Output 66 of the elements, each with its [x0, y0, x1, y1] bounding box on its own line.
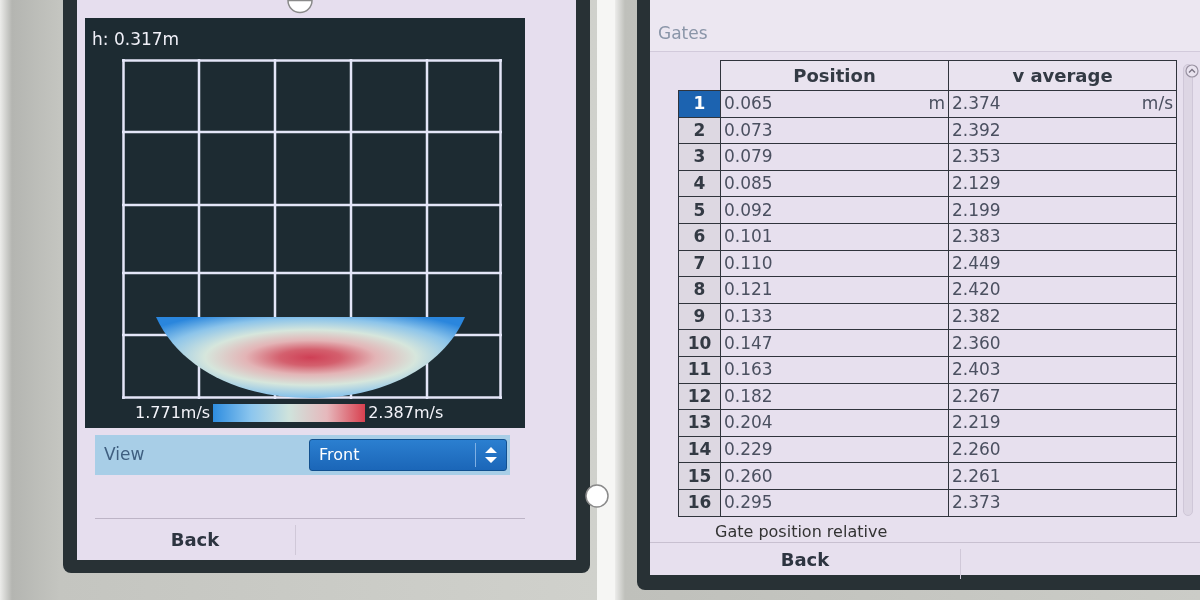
table-cell: 0.073 [720, 117, 949, 144]
row-number[interactable]: 7 [678, 250, 721, 277]
row-number[interactable]: 16 [678, 489, 721, 516]
row-number[interactable]: 9 [678, 303, 721, 330]
table-cell: 0.110 [720, 250, 949, 277]
scroll-up-icon[interactable] [1185, 64, 1199, 78]
scrollbar[interactable] [1183, 64, 1193, 516]
row-number[interactable]: 6 [678, 223, 721, 251]
unit-label: m [928, 95, 945, 113]
table-cell: 2.199 [948, 196, 1177, 224]
row-number[interactable]: 5 [678, 196, 721, 224]
row-number[interactable]: 11 [678, 356, 721, 384]
handle-icon[interactable] [287, 0, 313, 14]
table-cell: 2.403 [948, 356, 1177, 384]
table-cell: 2.353 [948, 143, 1177, 171]
table-cell: 0.085 [720, 170, 949, 197]
setting-label: Gate position relative [714, 521, 889, 542]
table-cell: 2.420 [948, 276, 1177, 304]
back-button[interactable]: Back [95, 519, 295, 560]
table-cell: 2.260 [948, 436, 1177, 463]
table-cell: 0.092 [720, 196, 949, 224]
table-cell: 2.382 [948, 303, 1177, 330]
table-cell: 2.129 [948, 170, 1177, 197]
table-cell: 2.360 [948, 329, 1177, 357]
scale-max-label: 2.387m/s [368, 403, 444, 423]
table-cell: 0.260 [720, 462, 949, 490]
height-label: h: 0.317m [92, 29, 180, 49]
view-dropdown[interactable]: Front [309, 439, 507, 471]
table-cell: 0.079 [720, 143, 949, 171]
table-cell: 2.267 [948, 383, 1177, 410]
column-header: Position [720, 60, 949, 91]
row-number[interactable]: 14 [678, 436, 721, 463]
table-cell: 0.101 [720, 223, 949, 251]
updown-arrows-icon [485, 447, 497, 463]
table-cell: 0.121 [720, 276, 949, 304]
column-header: v average [948, 60, 1177, 91]
unit-label: m/s [1141, 95, 1173, 113]
position-value: 0.065 [724, 95, 773, 113]
table-cell: 0.133 [720, 303, 949, 330]
table-cell: 2.449 [948, 250, 1177, 277]
row-number[interactable]: 1 [678, 90, 721, 118]
row-number[interactable]: 2 [678, 117, 721, 144]
row-number[interactable]: 12 [678, 383, 721, 410]
row-number[interactable]: 10 [678, 329, 721, 357]
velocity-value: 2.374 [952, 95, 1001, 113]
table-cell: 0.163 [720, 356, 949, 384]
row-number[interactable]: 15 [678, 462, 721, 490]
table-cell: 2.261 [948, 462, 1177, 490]
table-cell: 0.182 [720, 383, 949, 410]
table-cell: 2.373 [948, 489, 1177, 516]
table-cell: 0.229 [720, 436, 949, 463]
row-number[interactable]: 8 [678, 276, 721, 304]
back-button[interactable]: Back [650, 543, 960, 575]
table-cell: 0.295 [720, 489, 949, 516]
row-number[interactable]: 13 [678, 409, 721, 437]
scale-min-label: 1.771m/s [135, 403, 211, 423]
view-label: View [104, 443, 145, 467]
table-cell: 0.204 [720, 409, 949, 437]
table-cell: 0.147 [720, 329, 949, 357]
screen-title: Gates [658, 22, 708, 44]
row-number[interactable]: 4 [678, 170, 721, 197]
row-number[interactable]: 3 [678, 143, 721, 171]
handle-icon[interactable] [585, 484, 609, 508]
table-cell: 2.383 [948, 223, 1177, 251]
table-cell: 2.392 [948, 117, 1177, 144]
table-cell: 2.219 [948, 409, 1177, 437]
